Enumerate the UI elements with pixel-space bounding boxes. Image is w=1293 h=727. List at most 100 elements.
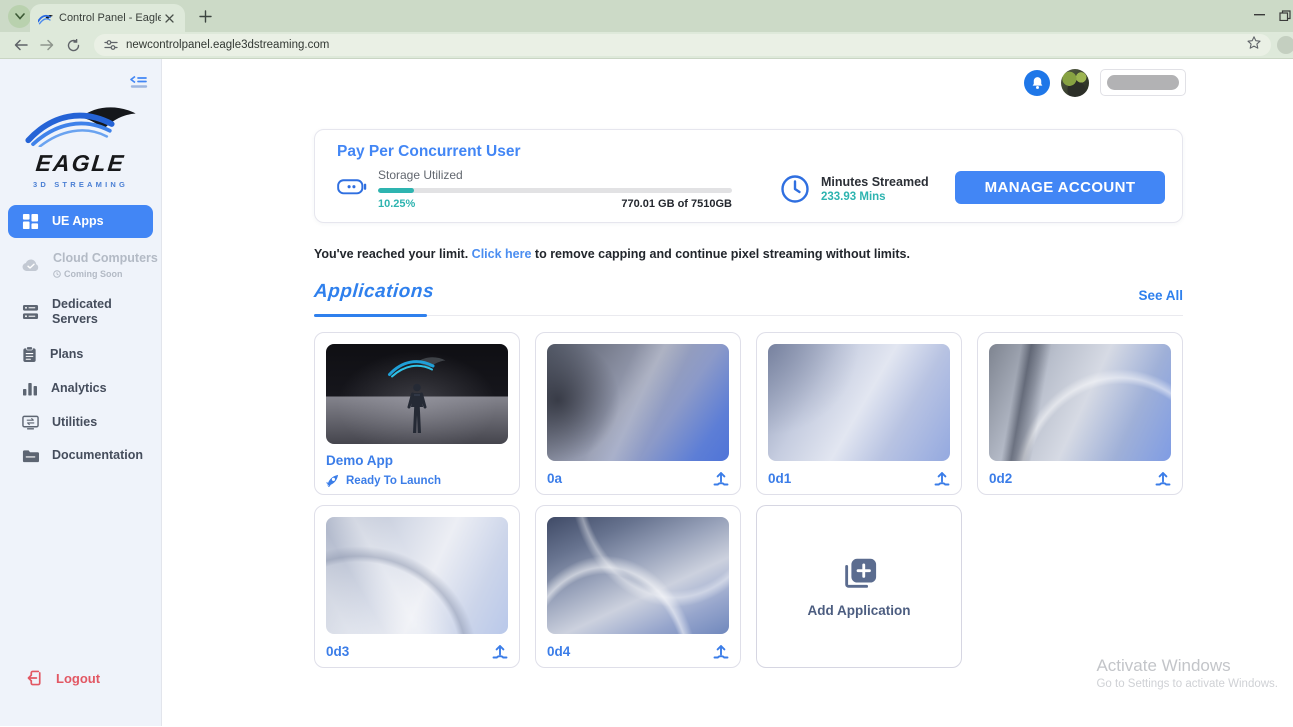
collapse-sidebar-icon bbox=[130, 75, 148, 88]
storage-label: Storage Utilized bbox=[378, 168, 463, 182]
applications-heading: Applications bbox=[313, 281, 435, 302]
apps-grid-icon bbox=[22, 213, 39, 230]
notifications-button[interactable] bbox=[1024, 69, 1050, 96]
folder-icon bbox=[22, 450, 39, 463]
app-thumbnail bbox=[547, 344, 729, 461]
upload-icon bbox=[713, 471, 729, 485]
rocket-icon bbox=[326, 474, 339, 487]
app-card-0d1[interactable]: 0d1 bbox=[756, 332, 962, 495]
sidebar-menu: UE Apps Cloud Computers Coming Soon Dedi… bbox=[0, 205, 161, 473]
storage-progress-fill bbox=[378, 188, 415, 193]
applications-heading-underline bbox=[314, 314, 427, 317]
logout-icon bbox=[27, 670, 41, 686]
back-icon bbox=[14, 39, 28, 51]
logout-label: Logout bbox=[56, 670, 101, 686]
eagle-logo-graphic bbox=[24, 107, 136, 148]
restore-icon bbox=[1279, 9, 1291, 21]
sidebar-item-analytics[interactable]: Analytics bbox=[0, 372, 161, 406]
billing-left: Pay Per Concurrent User Storage Utilized bbox=[337, 143, 732, 222]
app-name: 0d1 bbox=[768, 470, 792, 486]
window-controls bbox=[1239, 0, 1293, 30]
logout-button[interactable]: Logout bbox=[27, 670, 100, 686]
back-button[interactable] bbox=[8, 34, 34, 56]
limit-notice: You've reached your limit. Click here to… bbox=[314, 247, 1183, 261]
sidebar-item-ue-apps[interactable]: UE Apps bbox=[8, 205, 153, 238]
sidebar-item-utilities[interactable]: Utilities bbox=[0, 406, 161, 440]
window-minimize-button[interactable] bbox=[1239, 0, 1279, 30]
app-thumbnail bbox=[768, 344, 950, 461]
sidebar-item-dedicated-servers[interactable]: Dedicated Servers bbox=[0, 288, 161, 337]
app-name: 0d2 bbox=[989, 470, 1013, 486]
eagle-favicon bbox=[38, 14, 53, 24]
app-thumbnail bbox=[326, 517, 508, 634]
profile-icon[interactable] bbox=[1277, 36, 1293, 54]
brand-tagline: 3D STREAMING bbox=[32, 180, 129, 189]
storage-detail: 770.01 GB of 7510GB bbox=[621, 198, 732, 210]
reload-button[interactable] bbox=[60, 34, 86, 56]
upload-button[interactable] bbox=[713, 644, 729, 659]
applications-grid: Demo App Ready To Launch 0a 0d1 0d2 0d3 … bbox=[314, 332, 1183, 668]
app-name: Demo App bbox=[326, 453, 393, 468]
sidebar-item-plans[interactable]: Plans bbox=[0, 337, 161, 372]
reload-icon bbox=[67, 38, 79, 51]
user-name-box[interactable] bbox=[1100, 69, 1186, 96]
forward-button[interactable] bbox=[34, 34, 60, 56]
plus-icon bbox=[199, 10, 212, 23]
browser-tab[interactable]: Control Panel - Eagle bbox=[30, 4, 185, 32]
browser-toolbar: newcontrolpanel.eagle3dstreaming.com bbox=[0, 32, 1293, 59]
app-thumbnail-demo bbox=[326, 344, 508, 444]
user-name-placeholder bbox=[1107, 75, 1179, 90]
clock-icon bbox=[781, 174, 809, 203]
bar-chart-icon bbox=[23, 383, 37, 396]
app-name: 0d4 bbox=[547, 643, 571, 659]
upload-button[interactable] bbox=[492, 644, 508, 659]
add-application-label: Add Application bbox=[807, 603, 911, 618]
sidebar-collapse-button[interactable] bbox=[129, 75, 148, 95]
browser-tab-strip: Control Panel - Eagle bbox=[0, 0, 1293, 32]
add-application-icon bbox=[845, 558, 877, 588]
app-name: 0a bbox=[547, 470, 563, 486]
billing-title: Pay Per Concurrent User bbox=[337, 143, 521, 160]
sidebar-item-cloud-computers: Cloud Computers Coming Soon bbox=[0, 242, 161, 288]
manage-account-button[interactable]: MANAGE ACCOUNT bbox=[955, 171, 1165, 204]
app-thumbnail bbox=[547, 517, 729, 634]
sidebar-item-documentation[interactable]: Documentation bbox=[0, 439, 161, 473]
storage-icon bbox=[337, 179, 367, 195]
limit-notice-link[interactable]: Click here bbox=[472, 247, 532, 261]
bookmark-star-icon[interactable] bbox=[1247, 36, 1261, 54]
app-card-0d2[interactable]: 0d2 bbox=[977, 332, 1183, 495]
coming-soon-badge: Coming Soon bbox=[53, 269, 158, 279]
tab-search-button[interactable] bbox=[8, 5, 31, 28]
upload-button[interactable] bbox=[713, 471, 729, 486]
app-card-0d3[interactable]: 0d3 bbox=[314, 505, 520, 668]
app-card-demo[interactable]: Demo App Ready To Launch bbox=[314, 332, 520, 495]
url-bar[interactable]: newcontrolpanel.eagle3dstreaming.com bbox=[94, 34, 1271, 56]
clipboard-icon bbox=[23, 346, 36, 362]
upload-button[interactable] bbox=[1155, 471, 1171, 486]
upload-icon bbox=[934, 471, 950, 485]
topbar bbox=[162, 59, 1293, 106]
utilities-monitor-icon bbox=[22, 415, 39, 430]
limit-notice-prefix: You've reached your limit. bbox=[314, 247, 469, 261]
limit-notice-suffix: to remove capping and continue pixel str… bbox=[534, 247, 910, 261]
app-card-0d4[interactable]: 0d4 bbox=[535, 505, 741, 668]
app-body: EAGLE 3D STREAMING UE Apps Cloud Compute… bbox=[0, 59, 1293, 726]
app-status[interactable]: Ready To Launch bbox=[326, 474, 508, 487]
chevron-down-icon bbox=[14, 13, 25, 20]
bell-icon bbox=[1032, 76, 1042, 89]
forward-icon bbox=[40, 39, 54, 51]
applications-header: Applications See All bbox=[313, 281, 1183, 317]
new-tab-button[interactable] bbox=[197, 8, 214, 25]
see-all-link[interactable]: See All bbox=[1138, 288, 1183, 303]
brand-logo: EAGLE 3D STREAMING bbox=[0, 101, 161, 189]
app-card-0a[interactable]: 0a bbox=[535, 332, 741, 495]
upload-icon bbox=[713, 644, 729, 658]
tab-close-icon[interactable] bbox=[161, 10, 177, 26]
window-restore-button[interactable] bbox=[1279, 0, 1293, 30]
eagle-logo-thumb-icon bbox=[388, 357, 446, 378]
user-avatar[interactable] bbox=[1061, 68, 1089, 97]
add-application-card[interactable]: Add Application bbox=[756, 505, 962, 668]
main-area: Pay Per Concurrent User Storage Utilized bbox=[162, 59, 1293, 726]
url-text: newcontrolpanel.eagle3dstreaming.com bbox=[126, 39, 330, 51]
upload-button[interactable] bbox=[934, 471, 950, 486]
